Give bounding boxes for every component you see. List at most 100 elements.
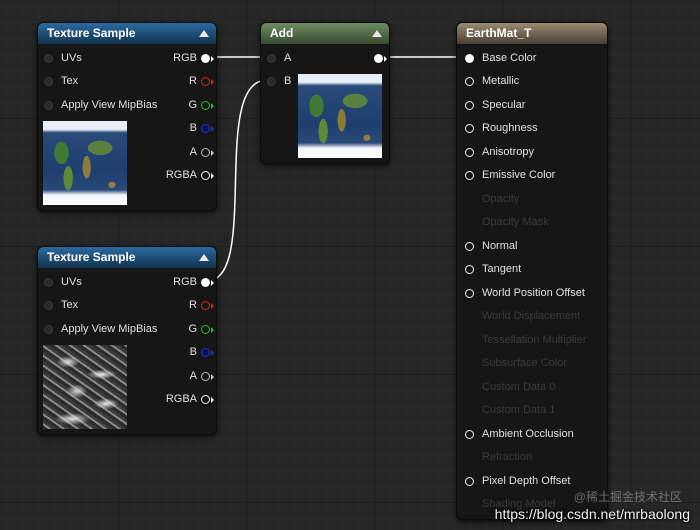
pin-icon[interactable] <box>201 100 214 110</box>
input-pin-uvs[interactable]: UVs <box>44 50 82 66</box>
pin-icon[interactable] <box>465 123 474 133</box>
pin-icon[interactable] <box>465 264 474 274</box>
pin-label: RGBA <box>165 169 197 181</box>
output-pin-rgba[interactable]: RGBA <box>165 167 214 183</box>
add-node[interactable]: Add A B <box>260 22 390 164</box>
material-pin-base-color[interactable]: Base Color <box>465 50 536 66</box>
pin-icon[interactable] <box>44 300 53 310</box>
pin-icon[interactable] <box>201 394 214 404</box>
output-pin-rgb[interactable]: RGB <box>173 274 214 290</box>
pin-icon[interactable] <box>201 76 214 86</box>
pin-icon[interactable] <box>201 371 214 381</box>
output-pin-rgba[interactable]: RGBA <box>166 391 214 407</box>
pin-icon[interactable] <box>201 53 214 63</box>
node-header[interactable]: Texture Sample <box>38 247 216 268</box>
material-pin-roughness[interactable]: Roughness <box>465 120 538 136</box>
input-pin-apply-view-mipbias[interactable]: Apply View MipBias <box>44 321 157 337</box>
pin-icon[interactable] <box>201 147 214 157</box>
pin-label: Normal <box>482 240 518 252</box>
output-pin-a[interactable]: A <box>190 144 214 160</box>
collapse-icon[interactable] <box>372 30 382 37</box>
pin-label: Apply View MipBias <box>61 99 158 111</box>
output-pin-a[interactable]: A <box>189 368 214 384</box>
material-pin-emissive-color[interactable]: Emissive Color <box>465 167 555 183</box>
input-pin-tex[interactable]: Tex <box>44 297 78 313</box>
output-pin-g[interactable]: G <box>188 97 214 113</box>
pin-icon[interactable] <box>465 170 474 180</box>
pin-icon[interactable] <box>201 347 214 357</box>
earth-texture-preview <box>43 121 127 205</box>
pin-icon[interactable] <box>201 324 214 334</box>
pin-icon[interactable] <box>201 170 214 180</box>
texture-sample-node-2[interactable]: Texture Sample UVs Tex Apply View MipBia… <box>37 246 217 435</box>
pin-label: A <box>189 370 197 382</box>
pin-label: World Position Offset <box>482 287 585 299</box>
pin-label: R <box>189 299 197 311</box>
pin-icon[interactable] <box>267 53 276 63</box>
pin-icon[interactable] <box>374 53 387 63</box>
output-pin-r[interactable]: R <box>189 297 214 313</box>
pin-icon[interactable] <box>465 100 474 110</box>
pin-label: G <box>188 323 197 335</box>
pin-icon[interactable] <box>465 76 474 86</box>
material-pin-tangent[interactable]: Tangent <box>465 261 521 277</box>
output-pin-g[interactable]: G <box>188 321 214 337</box>
pin-label: UVs <box>61 52 82 64</box>
material-pin-ambient-occlusion[interactable]: Ambient Occlusion <box>465 426 574 442</box>
material-pin-metallic[interactable]: Metallic <box>465 73 519 89</box>
pin-icon[interactable] <box>465 241 474 251</box>
pin-icon[interactable] <box>465 147 474 157</box>
pin-label: Metallic <box>482 75 520 87</box>
output-pin[interactable] <box>370 50 387 66</box>
material-pin-custom-data-0: Custom Data 0 <box>465 379 555 395</box>
input-pin-uvs[interactable]: UVs <box>44 274 82 290</box>
pin-icon[interactable] <box>465 476 474 486</box>
pin-icon[interactable] <box>201 123 214 133</box>
pin-icon[interactable] <box>465 429 474 439</box>
pin-icon[interactable] <box>44 53 53 63</box>
material-pin-custom-data-1: Custom Data 1 <box>465 402 555 418</box>
pin-label: Roughness <box>482 122 538 134</box>
output-pin-r[interactable]: R <box>189 73 214 89</box>
material-pin-world-position-offset[interactable]: World Position Offset <box>465 285 585 301</box>
pin-icon[interactable] <box>44 100 53 110</box>
material-pin-opacity-mask: Opacity Mask <box>465 214 549 230</box>
pin-icon[interactable] <box>201 277 214 287</box>
pin-label: Base Color <box>482 52 537 64</box>
input-pin-b[interactable]: B <box>267 73 291 89</box>
pin-icon[interactable] <box>44 277 53 287</box>
pin-icon[interactable] <box>44 76 53 86</box>
material-pin-normal[interactable]: Normal <box>465 238 517 254</box>
input-pin-tex[interactable]: Tex <box>44 73 78 89</box>
input-pin-apply-view-mipbias[interactable]: Apply View MipBias <box>44 97 157 113</box>
output-pin-rgb[interactable]: RGB <box>173 50 214 66</box>
pin-label: Custom Data 0 <box>482 381 556 393</box>
collapse-icon[interactable] <box>199 30 209 37</box>
node-title: Add <box>270 26 294 40</box>
node-header[interactable]: Add <box>261 23 389 44</box>
pin-icon[interactable] <box>201 300 214 310</box>
node-header[interactable]: EarthMat_T <box>457 23 607 44</box>
pin-label: Tessellation Multiplier <box>482 334 587 346</box>
material-result-node[interactable]: EarthMat_T Base Color Metallic Specular … <box>456 22 608 520</box>
pin-icon[interactable] <box>44 324 53 334</box>
pin-label: Subsurface Color <box>482 357 567 369</box>
pin-label: Pixel Depth Offset <box>482 475 571 487</box>
pin-icon[interactable] <box>465 288 474 298</box>
collapse-icon[interactable] <box>199 254 209 261</box>
pin-icon[interactable] <box>267 76 276 86</box>
output-pin-b[interactable]: B <box>189 344 214 360</box>
pin-label: Emissive Color <box>482 169 556 181</box>
output-pin-b[interactable]: B <box>190 120 214 136</box>
input-pin-a[interactable]: A <box>267 50 291 66</box>
material-pin-specular[interactable]: Specular <box>465 97 525 113</box>
pin-label: Opacity <box>482 193 520 205</box>
material-pin-anisotropy[interactable]: Anisotropy <box>465 144 534 160</box>
pin-label: Refraction <box>482 451 533 463</box>
node-header[interactable]: Texture Sample <box>38 23 216 44</box>
texture-sample-node-1[interactable]: Texture Sample UVs Tex Apply View MipBia… <box>37 22 217 211</box>
pin-label: B <box>189 346 197 358</box>
material-pin-pixel-depth-offset[interactable]: Pixel Depth Offset <box>465 473 570 489</box>
pin-label: RGB <box>173 276 197 288</box>
pin-icon[interactable] <box>465 53 474 63</box>
